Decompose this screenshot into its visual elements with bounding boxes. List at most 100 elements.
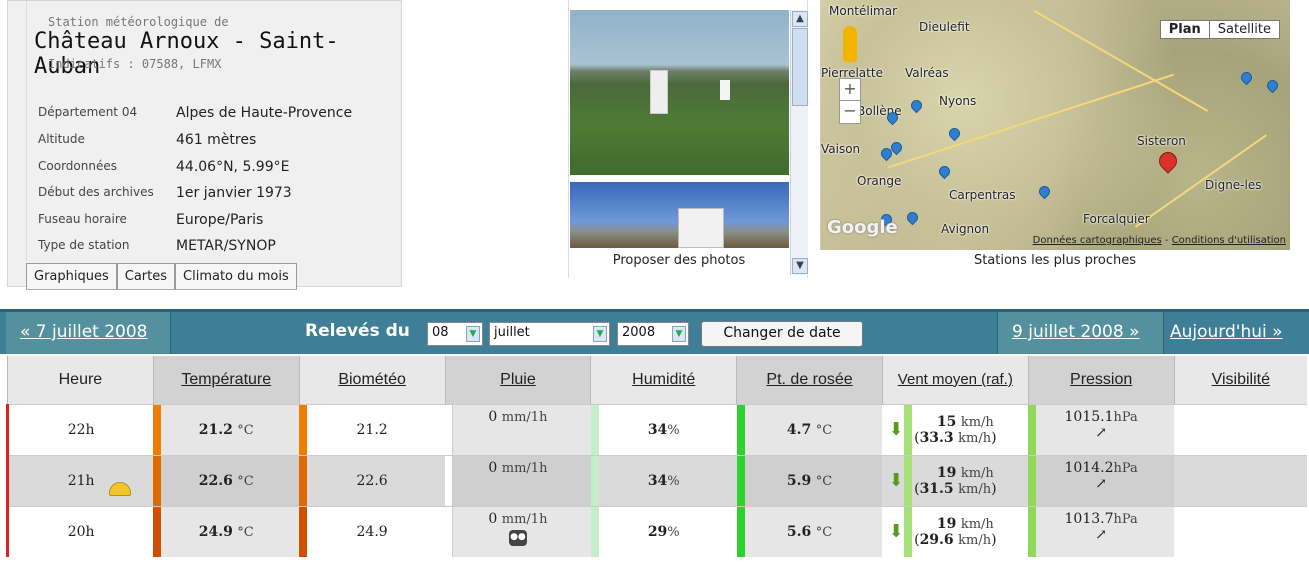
pressure-color-bar	[1028, 404, 1037, 455]
tab-graphiques[interactable]: Graphiques	[26, 263, 117, 290]
humidity-color-bar	[590, 404, 599, 455]
biometeo-cell: 22.6	[299, 454, 446, 506]
temperature-cell: 21.2 °C	[153, 403, 300, 455]
town-label: Vaison	[821, 142, 861, 156]
wind-cell: ⬇ 15 km/h (33.3 km/h)	[882, 403, 1029, 455]
change-date-button[interactable]: Changer de date	[701, 321, 863, 347]
google-logo: Google	[827, 217, 898, 238]
month-select[interactable]: juillet ▼	[489, 322, 610, 346]
col-pluie[interactable]: Pluie	[444, 356, 591, 404]
rain-drops-icon: ●●	[508, 529, 527, 546]
biometeo-cell: 21.2	[299, 403, 446, 455]
dewpoint-color-bar	[736, 404, 745, 455]
map-data-link[interactable]: Données cartographiques	[1033, 235, 1162, 246]
town-label: Montélimar	[829, 4, 898, 18]
propose-photos-link[interactable]: Proposer des photos	[569, 253, 789, 268]
visibility-cell	[1174, 505, 1307, 557]
zoom-in-icon[interactable]: +	[840, 79, 860, 101]
header-panel: Station météorologique de Château Arnoux…	[0, 0, 1309, 300]
humidity-cell: 34%	[590, 403, 737, 455]
pressure-color-bar	[1028, 455, 1037, 506]
col-visibilite[interactable]: Visibilité	[1173, 356, 1307, 404]
chevron-down-icon: ▼	[593, 326, 607, 342]
col-humidite[interactable]: Humidité	[590, 356, 737, 404]
map-type-control: Plan Satellite	[1159, 20, 1280, 39]
col-temperature[interactable]: Température	[152, 356, 300, 404]
nearby-stations-label: Stations les plus proches	[973, 253, 1137, 268]
field-key: Type de station	[38, 238, 130, 252]
station-photo[interactable]	[570, 10, 789, 175]
town-label: Digne-les	[1205, 178, 1262, 192]
field-value: 44.06°N, 5.99°E	[176, 159, 290, 175]
tab-climato[interactable]: Climato du mois	[175, 263, 297, 290]
field-value: Europe/Paris	[176, 212, 264, 228]
prev-day-link[interactable]: « 7 juillet 2008	[20, 322, 147, 342]
rain-cell: 0 mm/1h	[445, 454, 591, 506]
field-key: Fuseau horaire	[38, 212, 127, 226]
scroll-down-icon[interactable]: ▼	[792, 258, 808, 274]
year-select[interactable]: 2008 ▼	[617, 322, 689, 346]
hour-cell: 20h	[6, 505, 154, 557]
releves-title: Relevés du	[305, 321, 410, 341]
observations-table: Heure Température Biométéo Pluie Humidit…	[6, 356, 1307, 557]
col-heure: Heure	[7, 356, 154, 404]
map-attribution: Données cartographiques - Conditions d'u…	[1032, 235, 1286, 246]
col-biometeo[interactable]: Biométéo	[298, 356, 446, 404]
station-prefix: Station météorologique de	[48, 15, 229, 29]
dewpoint-color-bar	[736, 455, 745, 506]
nearby-map[interactable]: Montélimar Dieulefit Pierrelatte Valréas…	[820, 0, 1290, 250]
wind-direction-icon: ⬇	[888, 520, 904, 542]
pressure-trend-icon: ↗	[1095, 526, 1108, 543]
dewpoint-cell: 5.9 °C	[736, 454, 883, 506]
col-rosee[interactable]: Pt. de rosée	[736, 356, 883, 404]
station-photo[interactable]	[570, 182, 789, 248]
visibility-cell	[1174, 403, 1307, 455]
field-value: METAR/SYNOP	[176, 238, 276, 254]
temperature-color-bar	[153, 404, 162, 455]
col-vent[interactable]: Vent moyen (raf.)	[881, 356, 1029, 404]
town-label: Orange	[857, 174, 902, 188]
town-label: Carpentras	[949, 188, 1016, 202]
biometeo-color-bar	[299, 455, 308, 506]
photo-gallery: ▲ ▼ Proposer des photos	[568, 0, 808, 278]
photo-scrollbar[interactable]: ▲ ▼	[790, 10, 808, 275]
today-link[interactable]: Aujourd'hui »	[1170, 322, 1283, 342]
town-label: Forcalquier	[1083, 212, 1150, 226]
map-type-plan[interactable]: Plan	[1161, 21, 1210, 38]
temperature-color-bar	[153, 506, 162, 557]
table-header-row: Heure Température Biométéo Pluie Humidit…	[7, 356, 1307, 404]
town-label: Nyons	[939, 94, 977, 108]
terms-link[interactable]: Conditions d'utilisation	[1172, 235, 1286, 246]
temperature-cell: 22.6 °C	[153, 454, 300, 506]
biometeo-color-bar	[299, 506, 308, 557]
town-label: Dieulefit	[919, 20, 970, 34]
humidity-color-bar	[590, 455, 599, 506]
tab-cartes[interactable]: Cartes	[116, 263, 176, 290]
temperature-cell: 24.9 °C	[153, 505, 300, 557]
street-view-pegman-icon[interactable]	[843, 26, 857, 62]
next-day-link[interactable]: 9 juillet 2008 »	[1012, 322, 1139, 342]
chevron-down-icon: ▼	[466, 326, 480, 342]
pressure-cell: 1013.7hPa ↗	[1028, 505, 1175, 557]
col-pression[interactable]: Pression	[1027, 356, 1175, 404]
rain-cell: 0 mm/1h ●●	[445, 505, 591, 557]
field-value: 1er janvier 1973	[176, 185, 292, 201]
station-name: Château Arnoux - Saint-Auban	[34, 29, 339, 79]
pressure-cell: 1014.2hPa ↗	[1028, 454, 1175, 506]
day-select[interactable]: 08 ▼	[427, 322, 483, 346]
wind-cell: ⬇ 19 km/h (29.6 km/h)	[882, 505, 1029, 557]
dewpoint-color-bar	[736, 506, 745, 557]
humidity-cell: 34%	[590, 454, 737, 506]
field-value: 461 mètres	[176, 132, 257, 148]
field-key: Début des archives	[38, 185, 154, 199]
zoom-out-icon[interactable]: −	[840, 101, 860, 123]
scroll-up-icon[interactable]: ▲	[792, 11, 808, 27]
station-tabs: Graphiques Cartes Climato du mois	[26, 263, 297, 290]
scroll-thumb[interactable]	[792, 28, 808, 106]
dewpoint-cell: 4.7 °C	[736, 403, 883, 455]
dewpoint-cell: 5.6 °C	[736, 505, 883, 557]
field-key: Coordonnées	[38, 159, 117, 173]
town-label: Avignon	[941, 222, 990, 236]
map-type-satellite[interactable]: Satellite	[1210, 21, 1279, 38]
station-codes: Indicatifs : 07588, LFMX	[48, 57, 222, 71]
